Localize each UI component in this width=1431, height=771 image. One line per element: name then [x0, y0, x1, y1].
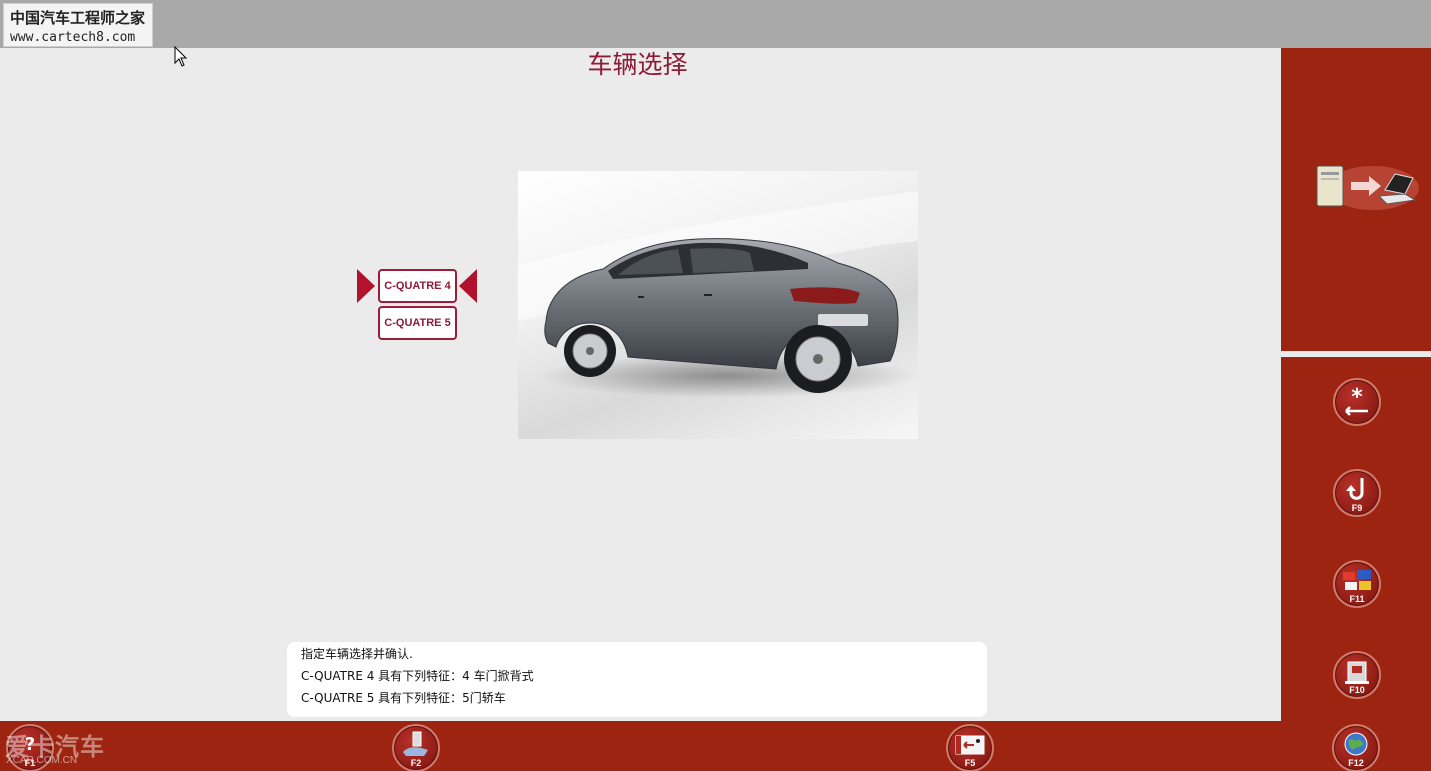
f2-key[interactable]: F2 [392, 724, 440, 771]
vehicle-option-c-quatre-5[interactable]: C-QUATRE 5 [378, 306, 457, 340]
key-label: F5 [964, 758, 976, 768]
validate-key[interactable]: * [1333, 378, 1381, 426]
key-label: F9 [1351, 503, 1363, 513]
vehicle-image [518, 171, 918, 439]
xcar-logo-sub: XCAR.COM.CN [6, 755, 78, 766]
vehicle-option-c-quatre-4[interactable]: C-QUATRE 4 [378, 269, 457, 303]
watermark-text: 中国汽车工程师之家 [10, 9, 146, 27]
f5-key[interactable]: F5 [946, 724, 994, 771]
key-label: F2 [410, 758, 422, 768]
f11-key[interactable]: F11 [1333, 560, 1381, 608]
f9-key[interactable]: F9 [1333, 469, 1381, 517]
message-line: C-QUATRE 4 具有下列特征：4 车门掀背式 [301, 669, 534, 683]
svg-text:*: * [1351, 385, 1363, 410]
key-label: F11 [1349, 594, 1365, 604]
top-bar: 中国汽车工程师之家 www.cartech8.com [0, 0, 1431, 48]
key-label: F12 [1348, 758, 1364, 768]
f10-key[interactable]: F10 [1333, 651, 1381, 699]
selection-right-arrow-icon [459, 269, 477, 303]
page-title: 车辆选择 [587, 50, 688, 79]
message-line: C-QUATRE 5 具有下列特征：5门轿车 [301, 691, 506, 705]
message-line: 指定车辆选择并确认. [301, 647, 413, 661]
key-label: F10 [1349, 685, 1365, 695]
mouse-cursor-icon [174, 46, 188, 67]
watermark-url: www.cartech8.com [10, 30, 136, 45]
pc-to-laptop-icon[interactable] [1313, 160, 1419, 212]
f12-key[interactable]: F12 [1332, 724, 1380, 771]
message-panel: 指定车辆选择并确认. C-QUATRE 4 具有下列特征：4 车门掀背式 C-Q… [287, 642, 987, 717]
selection-left-arrow-icon [357, 269, 375, 303]
star-enter-icon: * [1345, 385, 1368, 416]
watermark-logo: 中国汽车工程师之家 www.cartech8.com [3, 3, 153, 47]
bottom-bar [0, 721, 1431, 771]
